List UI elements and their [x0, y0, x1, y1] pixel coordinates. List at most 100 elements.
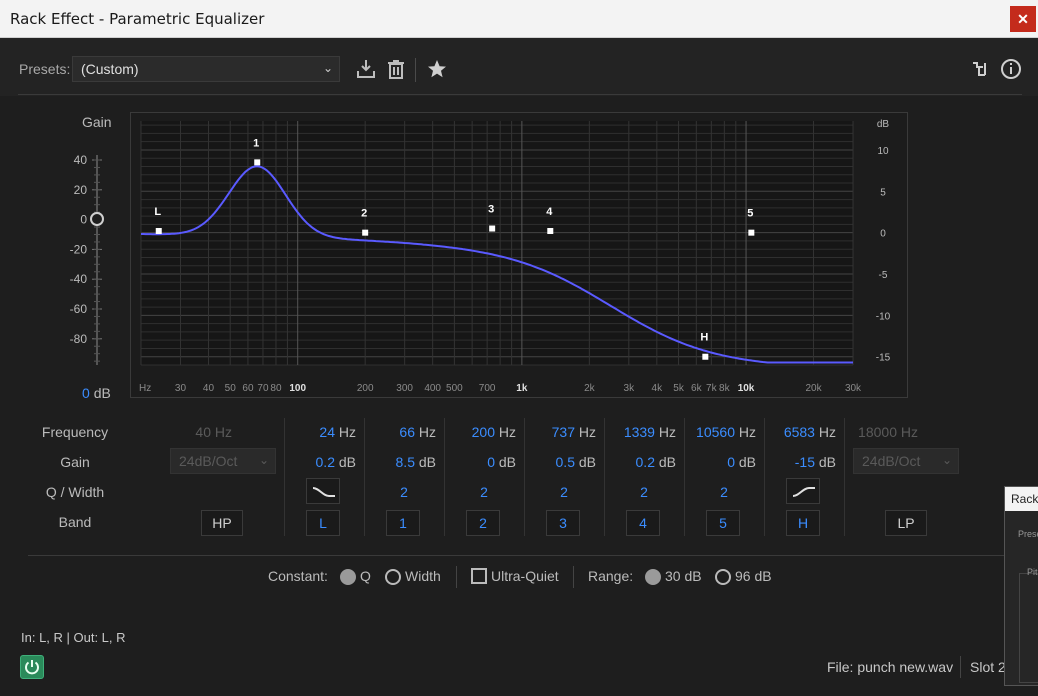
- eq-control-point-label: 3: [488, 204, 494, 216]
- window-titlebar: Rack Effect - Parametric Equalizer ✕: [0, 0, 1038, 38]
- presets-dropdown[interactable]: (Custom) ⌄: [72, 56, 340, 82]
- band-gain-field[interactable]: 0.2 dB: [604, 454, 676, 470]
- band-frequency-field[interactable]: 10560 Hz: [684, 424, 756, 440]
- band-frequency-value: 737: [551, 424, 575, 440]
- window-title: Rack Effect - Parametric Equalizer: [10, 10, 265, 28]
- band-button-2[interactable]: 2: [466, 510, 500, 536]
- band-frequency-field[interactable]: 1339 Hz: [604, 424, 676, 440]
- band-gain-field[interactable]: 0.2 dB: [284, 454, 356, 470]
- high-shelf-shape-button[interactable]: [786, 478, 820, 504]
- eq-control-point-4[interactable]: [547, 228, 554, 235]
- close-button[interactable]: ✕: [1010, 6, 1036, 32]
- info-icon[interactable]: [1000, 58, 1022, 80]
- eq-control-point-1[interactable]: [254, 159, 261, 166]
- band-button-l[interactable]: L: [306, 510, 340, 536]
- row-label-frequency: Frequency: [41, 424, 109, 440]
- band-frequency-field[interactable]: 24 Hz: [284, 424, 356, 440]
- constant-label: Constant:: [268, 568, 328, 584]
- power-toggle-button[interactable]: [20, 655, 44, 679]
- background-rack-window[interactable]: Rack E Prese Pit: [1004, 486, 1038, 686]
- frequency-tick-label: 400: [424, 383, 441, 394]
- band-gain-field[interactable]: 0 dB: [684, 454, 756, 470]
- hp-slope-dropdown: 24dB/Oct ⌄: [170, 448, 276, 474]
- gain-unit: dB: [93, 385, 111, 401]
- delete-preset-icon[interactable]: [385, 58, 407, 80]
- constant-width-radio[interactable]: [385, 569, 401, 585]
- band-q-field[interactable]: 2: [614, 484, 674, 500]
- band-q-field[interactable]: 2: [534, 484, 594, 500]
- gain-scale-label: 40: [74, 153, 88, 167]
- range-30db-label: 30 dB: [665, 568, 702, 584]
- hp-frequency: 40 Hz: [170, 424, 232, 440]
- constant-q-radio[interactable]: [340, 569, 356, 585]
- band-button-hp[interactable]: HP: [201, 510, 243, 536]
- toolbar-divider: [415, 58, 416, 82]
- presets-selected-value: (Custom): [81, 61, 139, 77]
- column-divider: [604, 418, 605, 536]
- band-frequency-field[interactable]: 6583 Hz: [764, 424, 836, 440]
- eq-control-point-5[interactable]: [748, 229, 755, 236]
- band-frequency-field[interactable]: 66 Hz: [364, 424, 436, 440]
- favorite-star-icon[interactable]: [426, 58, 448, 80]
- ultra-quiet-checkbox[interactable]: [471, 568, 487, 584]
- column-divider: [764, 418, 765, 536]
- band-frequency-field[interactable]: 737 Hz: [524, 424, 596, 440]
- band-frequency-value: 66: [399, 424, 415, 440]
- eq-control-point-3[interactable]: [489, 225, 496, 232]
- band-frequency-value: 24: [319, 424, 335, 440]
- range-30db-radio[interactable]: [645, 569, 661, 585]
- range-96db-radio[interactable]: [715, 569, 731, 585]
- hp-frequency-unit: Hz: [214, 424, 232, 440]
- routing-icon[interactable]: [970, 58, 992, 80]
- frequency-tick-label: 100: [289, 383, 306, 394]
- band-gain-value: 0: [487, 454, 495, 470]
- eq-control-point-h[interactable]: [702, 353, 709, 360]
- band-gain-field[interactable]: 8.5 dB: [364, 454, 436, 470]
- column-divider: [844, 418, 845, 536]
- band-frequency-value: 6583: [783, 424, 815, 440]
- master-gain-slider[interactable]: 40 20 0 -20 -40 -60 -80: [60, 150, 110, 370]
- band-gain-field[interactable]: 0.5 dB: [524, 454, 596, 470]
- band-button-4[interactable]: 4: [626, 510, 660, 536]
- band-button-h[interactable]: H: [786, 510, 820, 536]
- hp-slope-value: 24dB/Oct: [179, 453, 238, 469]
- gain-slider-handle[interactable]: [90, 212, 104, 226]
- save-preset-icon[interactable]: [355, 58, 377, 80]
- band-gain-unit: dB: [578, 454, 596, 470]
- band-frequency-unit: Hz: [818, 424, 836, 440]
- eq-control-point-label: 4: [546, 206, 553, 218]
- band-gain-unit: dB: [418, 454, 436, 470]
- band-button-1[interactable]: 1: [386, 510, 420, 536]
- low-shelf-shape-button[interactable]: [306, 478, 340, 504]
- footer-divider: [960, 656, 961, 678]
- band-gain-field[interactable]: -15 dB: [764, 454, 836, 470]
- band-gain-unit: dB: [658, 454, 676, 470]
- band-gain-field[interactable]: 0 dB: [444, 454, 516, 470]
- eq-graph[interactable]: Hz 30 40 50 60 70 80 100 200 300 400 500 700 1k 2k 3k 4k…: [131, 113, 907, 397]
- band-q-field[interactable]: 2: [454, 484, 514, 500]
- band-button-lp[interactable]: LP: [885, 510, 927, 536]
- eq-control-point-l[interactable]: [155, 228, 162, 235]
- frequency-tick-label: 50: [225, 383, 237, 394]
- range-96db-label: 96 dB: [735, 568, 772, 584]
- band-q-field[interactable]: 2: [374, 484, 434, 500]
- band-gain-unit: dB: [338, 454, 356, 470]
- eq-control-point-label: H: [700, 332, 708, 344]
- band-button-3[interactable]: 3: [546, 510, 580, 536]
- db-tick-label: -10: [876, 311, 891, 322]
- column-divider: [684, 418, 685, 536]
- column-divider: [364, 418, 365, 536]
- gain-scale-label: -60: [70, 302, 88, 316]
- band-q-field[interactable]: 2: [694, 484, 754, 500]
- band-frequency-field[interactable]: 200 Hz: [444, 424, 516, 440]
- background-window-presets-label: Prese: [1018, 529, 1038, 539]
- eq-control-point-2[interactable]: [362, 229, 369, 236]
- gain-readout[interactable]: 0 dB: [82, 385, 111, 401]
- band-button-5[interactable]: 5: [706, 510, 740, 536]
- band-frequency-unit: Hz: [658, 424, 676, 440]
- band-frequency-value: 200: [471, 424, 495, 440]
- frequency-tick-label: 700: [479, 383, 496, 394]
- divider: [28, 555, 1008, 556]
- band-gain-value: -15: [794, 454, 815, 470]
- eq-control-point-label: 1: [253, 137, 259, 149]
